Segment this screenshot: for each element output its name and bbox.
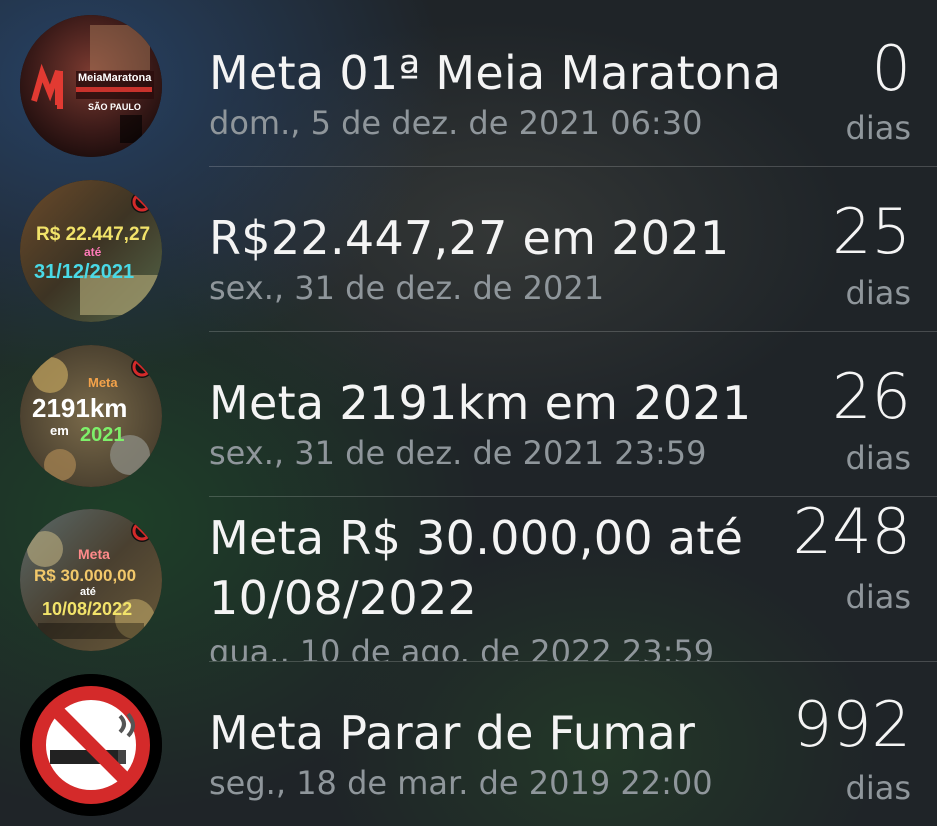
days-count: 26 xyxy=(832,360,911,433)
days-count: 25 xyxy=(832,195,911,268)
goal-row-meia-maratona[interactable]: MeiaMaratona SÃO PAULO Meta 01ª Meia Mar… xyxy=(0,0,937,167)
days-unit: dias xyxy=(845,439,911,477)
svg-text:2191km: 2191km xyxy=(32,393,127,423)
goal-title-line-1: Meta R$ 30.000,00 até xyxy=(209,511,744,565)
svg-text:2021: 2021 xyxy=(80,424,125,446)
goal-title-line-2: 10/08/2022 xyxy=(209,571,478,625)
goal-date: sex., 31 de dez. de 2021 xyxy=(209,269,605,307)
days-unit: dias xyxy=(845,578,911,616)
svg-text:Meta: Meta xyxy=(88,375,118,390)
goal-title: Meta 2191km em 2021 xyxy=(209,376,752,430)
goal-row-quit-smoking[interactable]: Meta Parar de Fumar seg., 18 de mar. de … xyxy=(0,662,937,826)
goal-row-money-2021[interactable]: R$ 22.447,27 até 31/12/2021 R$22.447,27 … xyxy=(0,167,937,332)
money-goal-icon: R$ 22.447,27 até 31/12/2021 xyxy=(20,180,162,322)
days-count: 992 xyxy=(792,688,911,761)
goal-date: qua., 10 de ago. de 2022 23:59 xyxy=(209,633,715,661)
svg-text:MeiaMaratona: MeiaMaratona xyxy=(78,72,152,84)
days-unit: dias xyxy=(845,109,911,147)
goal-title: Meta 01ª Meia Maratona xyxy=(209,46,782,100)
goal-row-km-2021[interactable]: Meta 2191km em 2021 Meta 2191km em 2021 … xyxy=(0,332,937,497)
half-marathon-logo-icon: MeiaMaratona SÃO PAULO xyxy=(20,15,162,157)
no-smoking-icon xyxy=(20,674,162,816)
svg-text:até: até xyxy=(84,245,102,259)
days-count: 0 xyxy=(871,32,911,105)
goal-date: seg., 18 de mar. de 2019 22:00 xyxy=(209,764,713,802)
svg-text:SÃO PAULO: SÃO PAULO xyxy=(88,102,141,112)
goal-title: Meta Parar de Fumar xyxy=(209,706,696,760)
days-unit: dias xyxy=(845,769,911,807)
days-unit: dias xyxy=(845,274,911,312)
svg-text:em: em xyxy=(50,423,69,438)
goal-date: sex., 31 de dez. de 2021 23:59 xyxy=(209,434,707,472)
goal-row-savings-2022[interactable]: Meta R$ 30.000,00 até 10/08/2022 Meta R$… xyxy=(0,495,937,662)
svg-text:R$ 22.447,27: R$ 22.447,27 xyxy=(36,224,150,245)
svg-text:31/12/2021: 31/12/2021 xyxy=(34,261,134,283)
goal-title: R$22.447,27 em 2021 xyxy=(209,211,730,265)
km-goal-icon: Meta 2191km em 2021 xyxy=(20,345,162,487)
goal-date: dom., 5 de dez. de 2021 06:30 xyxy=(209,104,703,142)
days-count: 248 xyxy=(792,495,911,568)
goal-list: MeiaMaratona SÃO PAULO Meta 01ª Meia Mar… xyxy=(0,0,937,826)
